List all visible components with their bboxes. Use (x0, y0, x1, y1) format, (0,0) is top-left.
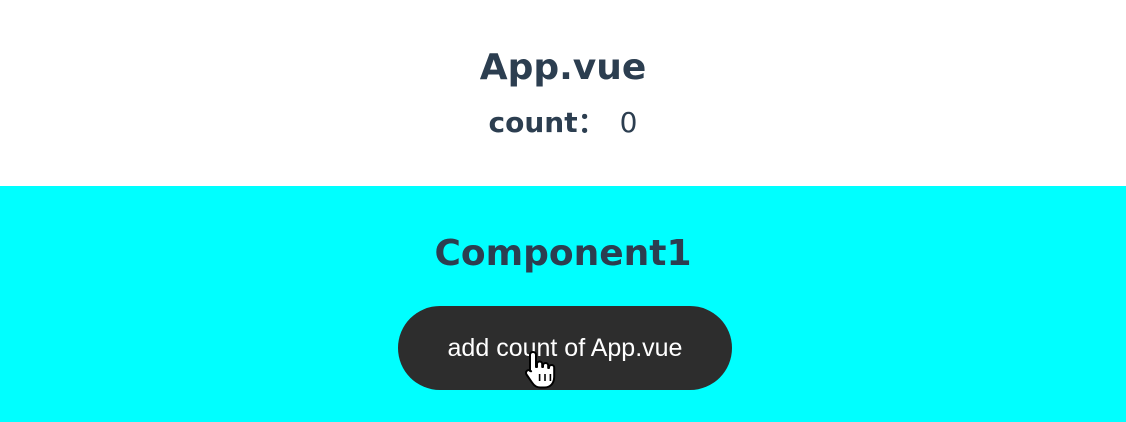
count-value: 0 (619, 106, 638, 139)
count-row: count： 0 (0, 104, 1126, 142)
component1-title: Component1 (434, 233, 692, 274)
component1-section: Component1 add count of App.vue (0, 186, 1126, 422)
add-count-button[interactable]: add count of App.vue (398, 306, 732, 390)
count-label: count： (488, 106, 606, 139)
app-section: App.vue count： 0 (0, 0, 1126, 186)
app-title: App.vue (479, 47, 647, 88)
